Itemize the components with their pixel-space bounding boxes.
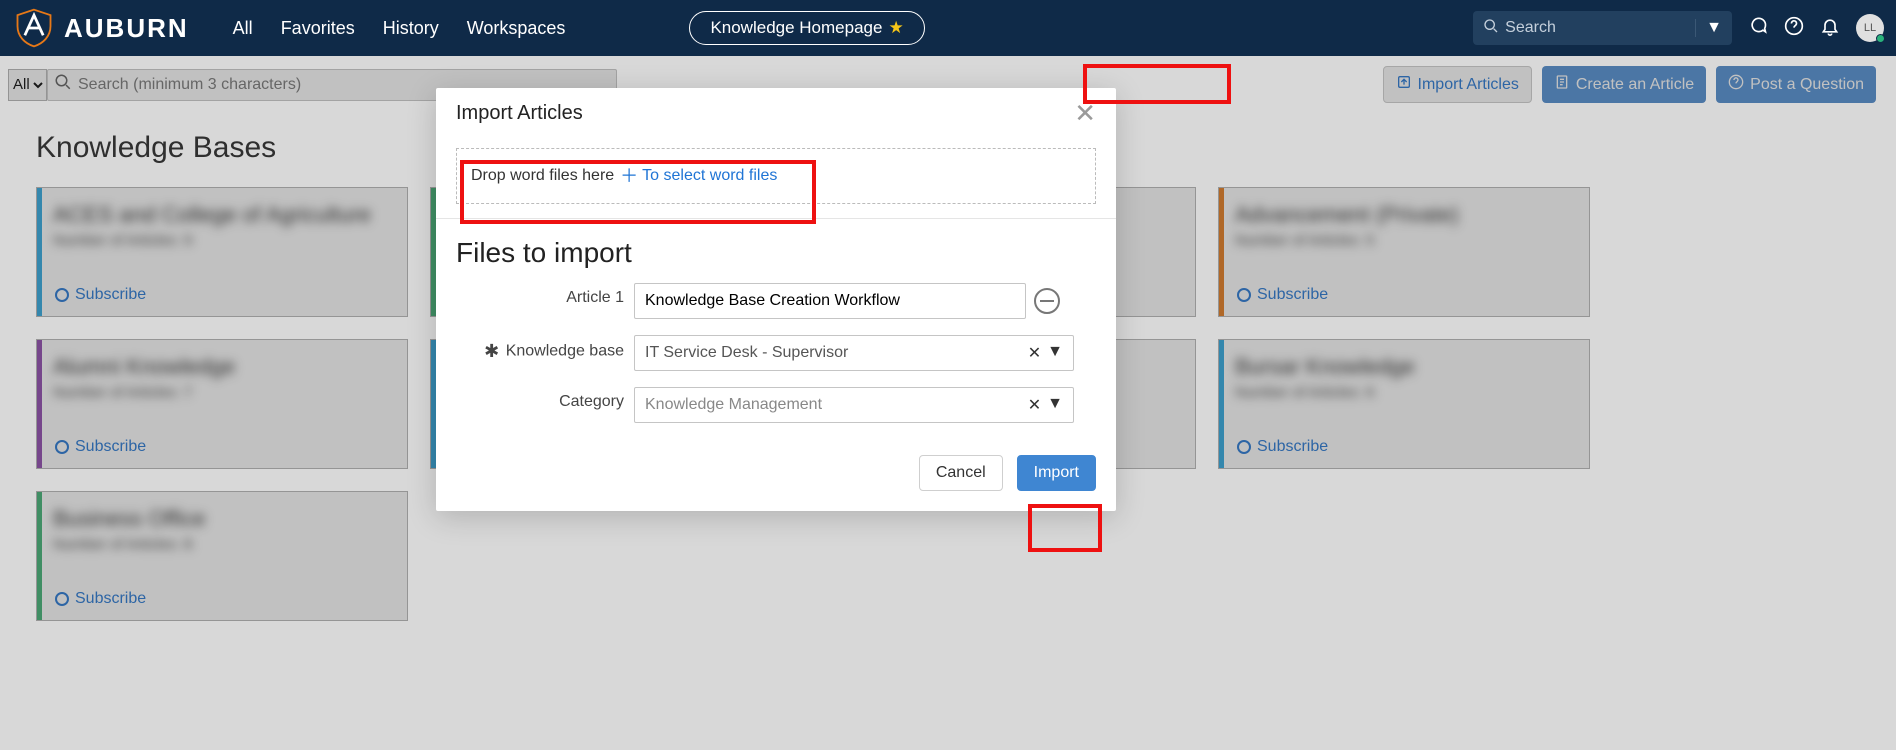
article1-label: Article 1: [456, 283, 624, 307]
category-select[interactable]: Knowledge Management ✕ ▼: [634, 387, 1074, 423]
knowledge-homepage-pill[interactable]: Knowledge Homepage ★: [689, 11, 924, 45]
import-button[interactable]: Import: [1017, 455, 1096, 491]
files-to-import-heading: Files to import: [456, 237, 1096, 269]
user-avatar[interactable]: LL: [1856, 14, 1884, 42]
brand-logo[interactable]: AUBURN: [12, 6, 189, 50]
avatar-initials: LL: [1864, 22, 1876, 34]
star-icon: ★: [888, 18, 903, 38]
global-search-input[interactable]: [1505, 19, 1695, 37]
dropzone-text: Drop word files here: [471, 167, 614, 185]
minus-icon: [1040, 300, 1054, 303]
knowledge-base-select[interactable]: IT Service Desk - Supervisor ✕ ▼: [634, 335, 1074, 371]
nav-right: ▼ LL: [1473, 11, 1884, 45]
nav-history[interactable]: History: [383, 18, 439, 39]
chevron-down-icon[interactable]: ▼: [1047, 395, 1063, 415]
chat-icon[interactable]: [1748, 16, 1768, 41]
required-icon: ✱: [484, 341, 499, 361]
category-select-value: Knowledge Management: [645, 396, 822, 414]
nav-workspaces[interactable]: Workspaces: [467, 18, 566, 39]
close-icon[interactable]: ✕: [1074, 100, 1096, 126]
top-navbar: AUBURN All Favorites History Workspaces …: [0, 0, 1896, 56]
nav-links: All Favorites History Workspaces: [233, 18, 566, 39]
brand-text: AUBURN: [64, 13, 189, 44]
pill-label: Knowledge Homepage: [710, 18, 882, 38]
article1-input[interactable]: [634, 283, 1026, 319]
nav-favorites[interactable]: Favorites: [281, 18, 355, 39]
file-dropzone[interactable]: Drop word files here ＋ To select word fi…: [456, 148, 1096, 204]
clear-icon[interactable]: ✕: [1028, 395, 1041, 415]
remove-article-button[interactable]: [1034, 288, 1060, 314]
modal-title: Import Articles: [456, 102, 583, 125]
bell-icon[interactable]: [1820, 16, 1840, 41]
clear-icon[interactable]: ✕: [1028, 343, 1041, 363]
auburn-logo-icon: [12, 6, 56, 50]
select-files-label: To select word files: [642, 167, 777, 185]
chevron-down-icon[interactable]: ▼: [1047, 343, 1063, 363]
select-files-link[interactable]: ＋ To select word files: [620, 167, 777, 185]
help-icon[interactable]: [1784, 16, 1804, 41]
cancel-button[interactable]: Cancel: [919, 455, 1003, 491]
import-articles-modal: Import Articles ✕ Drop word files here ＋…: [436, 88, 1116, 511]
kb-select-value: IT Service Desk - Supervisor: [645, 344, 848, 362]
category-label: Category: [456, 387, 624, 411]
search-scope-dropdown[interactable]: ▼: [1695, 19, 1732, 37]
plus-icon: ＋: [620, 167, 638, 185]
global-search[interactable]: ▼: [1473, 11, 1732, 45]
nav-all[interactable]: All: [233, 18, 253, 39]
search-icon: [1473, 18, 1505, 39]
presence-dot-icon: [1876, 34, 1885, 43]
kb-label: ✱ Knowledge base: [456, 335, 624, 362]
